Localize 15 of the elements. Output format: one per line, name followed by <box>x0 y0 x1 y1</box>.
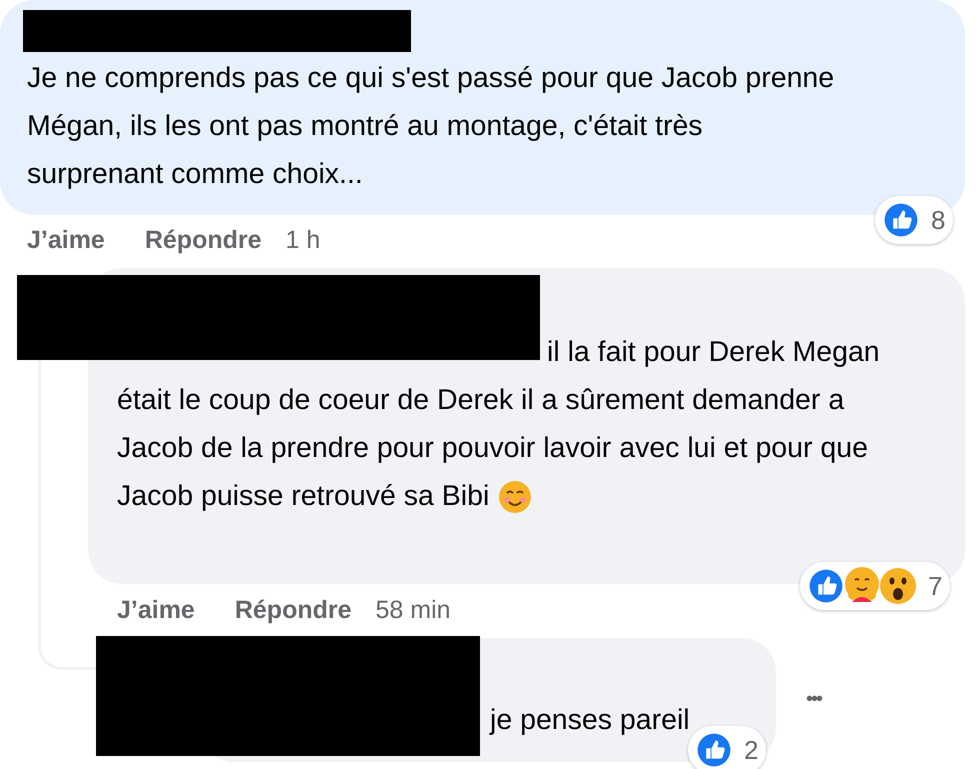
reaction-badge[interactable]: 7 <box>800 562 950 610</box>
comment-text: Je ne comprends pas ce qui s'est passé pour que Jacob prenne Mégan, ils les ont pas montré au montage, c'était très surprenant comme choix... <box>27 61 836 192</box>
more-options-icon[interactable]: ••• <box>806 684 822 714</box>
comment-text: je penses pareil <box>490 703 691 738</box>
action-link[interactable]: Répondre <box>144 222 262 260</box>
reaction-count: 2 <box>744 734 758 766</box>
action-link[interactable]: J’aime <box>27 222 105 260</box>
action-link[interactable]: Répondre <box>234 592 352 630</box>
reaction-count: 7 <box>928 570 942 602</box>
reaction-badge[interactable]: 8 <box>875 196 954 244</box>
timestamp[interactable]: 1 h <box>286 222 320 260</box>
reaction-count: 8 <box>931 204 946 236</box>
reaction-badge[interactable]: 2 <box>688 726 766 769</box>
timestamp[interactable]: 58 min <box>376 592 451 630</box>
action-link[interactable]: J’aime <box>117 592 195 630</box>
